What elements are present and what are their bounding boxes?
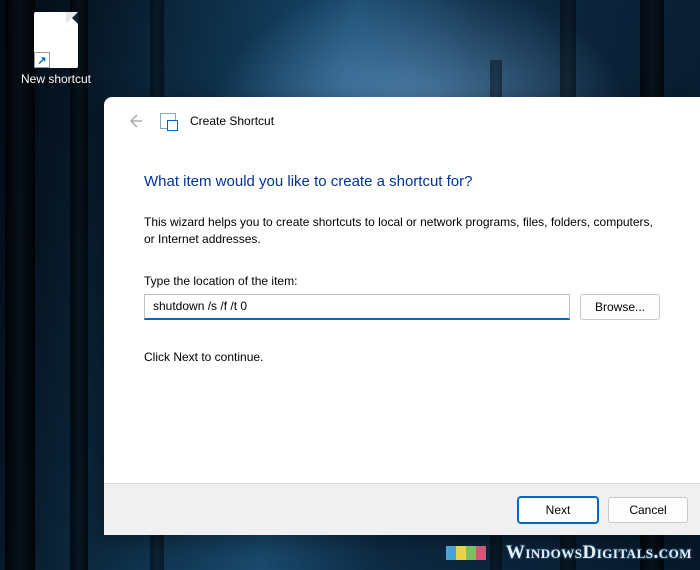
watermark-colorbar	[446, 546, 486, 560]
dialog-body: What item would you like to create a sho…	[104, 145, 700, 483]
watermark: WindowsDigitals.com	[506, 542, 692, 564]
location-label: Type the location of the item:	[144, 274, 660, 288]
arrow-left-icon	[127, 113, 143, 129]
location-input[interactable]	[144, 294, 570, 320]
dialog-description: This wizard helps you to create shortcut…	[144, 214, 660, 248]
cancel-button[interactable]: Cancel	[608, 497, 688, 523]
create-shortcut-dialog: Create Shortcut What item would you like…	[104, 97, 700, 535]
desktop-icon-label: New shortcut	[20, 72, 92, 86]
dialog-footer: Next Cancel	[104, 483, 700, 535]
desktop: ↗ New shortcut Create Shortcut What item…	[0, 0, 700, 570]
dialog-heading: What item would you like to create a sho…	[144, 173, 660, 190]
browse-button[interactable]: Browse...	[580, 294, 660, 320]
location-row: Browse...	[144, 294, 660, 320]
next-button[interactable]: Next	[518, 497, 598, 523]
shortcut-icon	[160, 113, 176, 129]
file-icon: ↗	[34, 12, 78, 68]
dialog-header: Create Shortcut	[104, 97, 700, 145]
shortcut-overlay-icon: ↗	[34, 52, 50, 68]
continue-hint: Click Next to continue.	[144, 350, 660, 364]
back-button[interactable]	[124, 110, 146, 132]
desktop-shortcut-icon[interactable]: ↗ New shortcut	[20, 12, 92, 86]
dialog-title: Create Shortcut	[190, 114, 274, 128]
watermark-text: WindowsDigitals.com	[506, 542, 692, 563]
